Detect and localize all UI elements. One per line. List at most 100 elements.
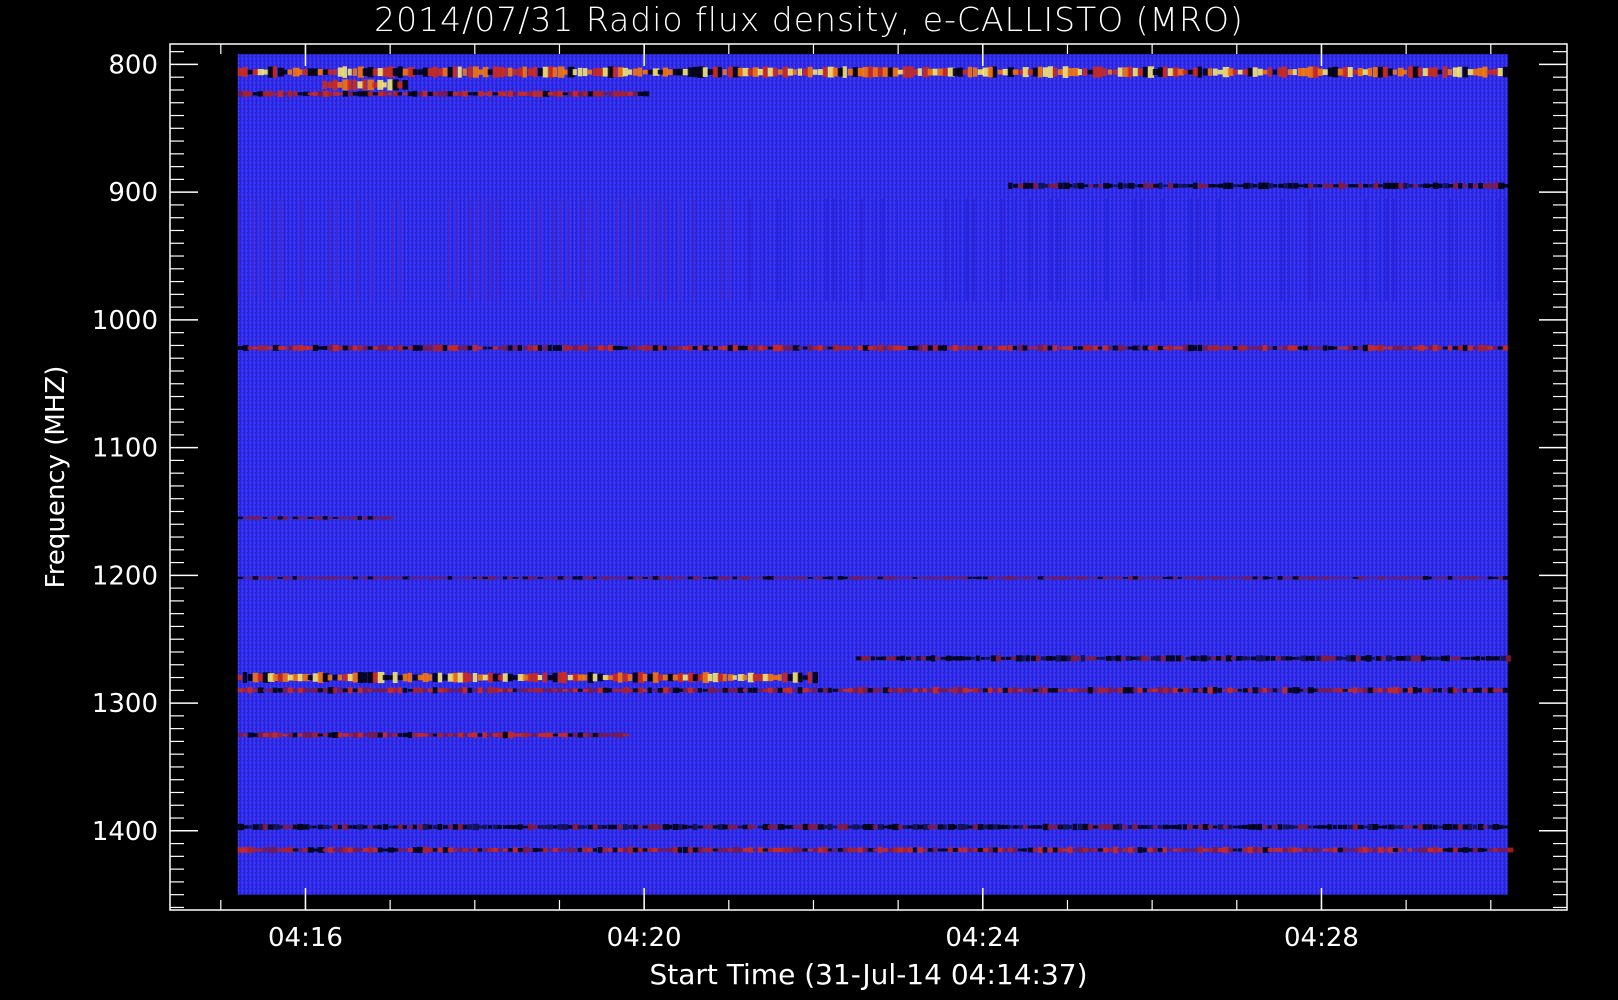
band-segment bbox=[367, 91, 373, 97]
band-segment bbox=[492, 576, 498, 579]
texture-stripe bbox=[1189, 198, 1192, 301]
band-segment bbox=[917, 688, 924, 693]
band-segment bbox=[477, 69, 484, 75]
band-segment bbox=[292, 516, 299, 520]
band-segment bbox=[627, 688, 634, 692]
texture-stripe bbox=[1238, 198, 1241, 301]
band-segment bbox=[1432, 688, 1437, 693]
band-segment bbox=[1263, 182, 1269, 189]
band-segment bbox=[582, 91, 588, 97]
band-segment bbox=[1230, 656, 1235, 661]
band-segment bbox=[1347, 848, 1353, 852]
texture-stripe bbox=[825, 198, 828, 301]
band-segment bbox=[262, 345, 269, 351]
band-segment bbox=[1273, 184, 1278, 188]
band-segment bbox=[737, 847, 744, 853]
band-segment bbox=[582, 825, 588, 829]
band-segment bbox=[1267, 577, 1273, 579]
band-segment bbox=[392, 576, 398, 580]
band-segment bbox=[362, 672, 368, 683]
band-segment bbox=[297, 516, 303, 520]
band-segment bbox=[602, 732, 609, 738]
texture-stripe bbox=[811, 198, 814, 301]
band-segment bbox=[582, 68, 588, 77]
band-segment bbox=[1107, 577, 1113, 579]
texture-stripe bbox=[580, 198, 583, 301]
band-segment bbox=[1162, 824, 1169, 830]
texture-stripe bbox=[1140, 198, 1143, 301]
band-segment bbox=[872, 687, 878, 694]
band-segment bbox=[797, 68, 803, 76]
band-segment bbox=[912, 576, 918, 579]
band-segment bbox=[1308, 183, 1313, 189]
band-segment bbox=[362, 79, 367, 91]
band-segment bbox=[882, 576, 888, 580]
texture-stripe bbox=[944, 198, 947, 301]
band-segment bbox=[947, 847, 954, 853]
band-segment bbox=[332, 687, 338, 694]
band-segment bbox=[272, 66, 277, 78]
band-segment bbox=[1120, 656, 1127, 660]
band-segment bbox=[1252, 346, 1259, 350]
band-segment bbox=[1187, 344, 1194, 352]
band-segment bbox=[1132, 67, 1138, 77]
band-segment bbox=[802, 346, 808, 350]
band-segment bbox=[902, 825, 909, 829]
band-segment bbox=[1312, 688, 1318, 693]
x-tick-label: 04:28 bbox=[1284, 923, 1359, 953]
band-segment bbox=[497, 576, 502, 580]
band-segment bbox=[372, 576, 378, 580]
band-segment bbox=[572, 69, 577, 76]
band-segment bbox=[1480, 656, 1486, 661]
band-segment bbox=[392, 848, 399, 852]
band-segment bbox=[742, 848, 748, 852]
band-segment bbox=[872, 848, 878, 852]
band-segment bbox=[307, 346, 314, 350]
band-segment bbox=[337, 687, 343, 694]
band-segment bbox=[607, 848, 613, 852]
band-segment bbox=[952, 687, 958, 694]
band-segment bbox=[697, 846, 703, 854]
band-segment bbox=[382, 516, 388, 520]
band-segment bbox=[1467, 823, 1473, 831]
band-segment bbox=[692, 688, 698, 693]
texture-stripe bbox=[1434, 198, 1437, 301]
band-segment bbox=[1413, 183, 1418, 188]
band-segment bbox=[432, 92, 439, 96]
band-segment bbox=[1032, 688, 1039, 692]
band-segment bbox=[1348, 184, 1354, 188]
band-segment bbox=[1452, 847, 1459, 853]
band-segment bbox=[767, 346, 774, 350]
band-segment bbox=[312, 344, 319, 352]
band-segment bbox=[1362, 847, 1368, 853]
band-segment bbox=[852, 687, 859, 693]
band-segment bbox=[1137, 847, 1143, 853]
band-segment bbox=[372, 672, 379, 683]
band-segment bbox=[1162, 847, 1168, 853]
band-segment bbox=[1185, 656, 1192, 660]
band-segment bbox=[1327, 687, 1333, 693]
band-segment bbox=[352, 79, 357, 91]
band-segment bbox=[302, 68, 309, 76]
band-segment bbox=[957, 67, 963, 77]
band-segment bbox=[562, 69, 568, 75]
band-segment bbox=[1167, 687, 1173, 694]
band-segment bbox=[292, 732, 298, 738]
band-segment bbox=[637, 346, 643, 350]
band-segment bbox=[552, 688, 558, 692]
texture-stripe bbox=[650, 198, 653, 301]
band-segment bbox=[277, 848, 283, 852]
texture-stripe bbox=[482, 198, 485, 301]
band-segment bbox=[1377, 825, 1383, 829]
band-segment bbox=[1197, 846, 1203, 854]
band-segment bbox=[607, 576, 613, 579]
band-segment bbox=[1407, 848, 1413, 852]
band-segment bbox=[1412, 346, 1419, 350]
band-segment bbox=[547, 824, 553, 830]
band-segment bbox=[427, 688, 433, 693]
band-segment bbox=[512, 91, 517, 97]
band-segment bbox=[252, 672, 259, 683]
band-segment bbox=[1187, 688, 1192, 693]
band-segment bbox=[412, 345, 419, 351]
band-segment bbox=[1212, 576, 1218, 580]
